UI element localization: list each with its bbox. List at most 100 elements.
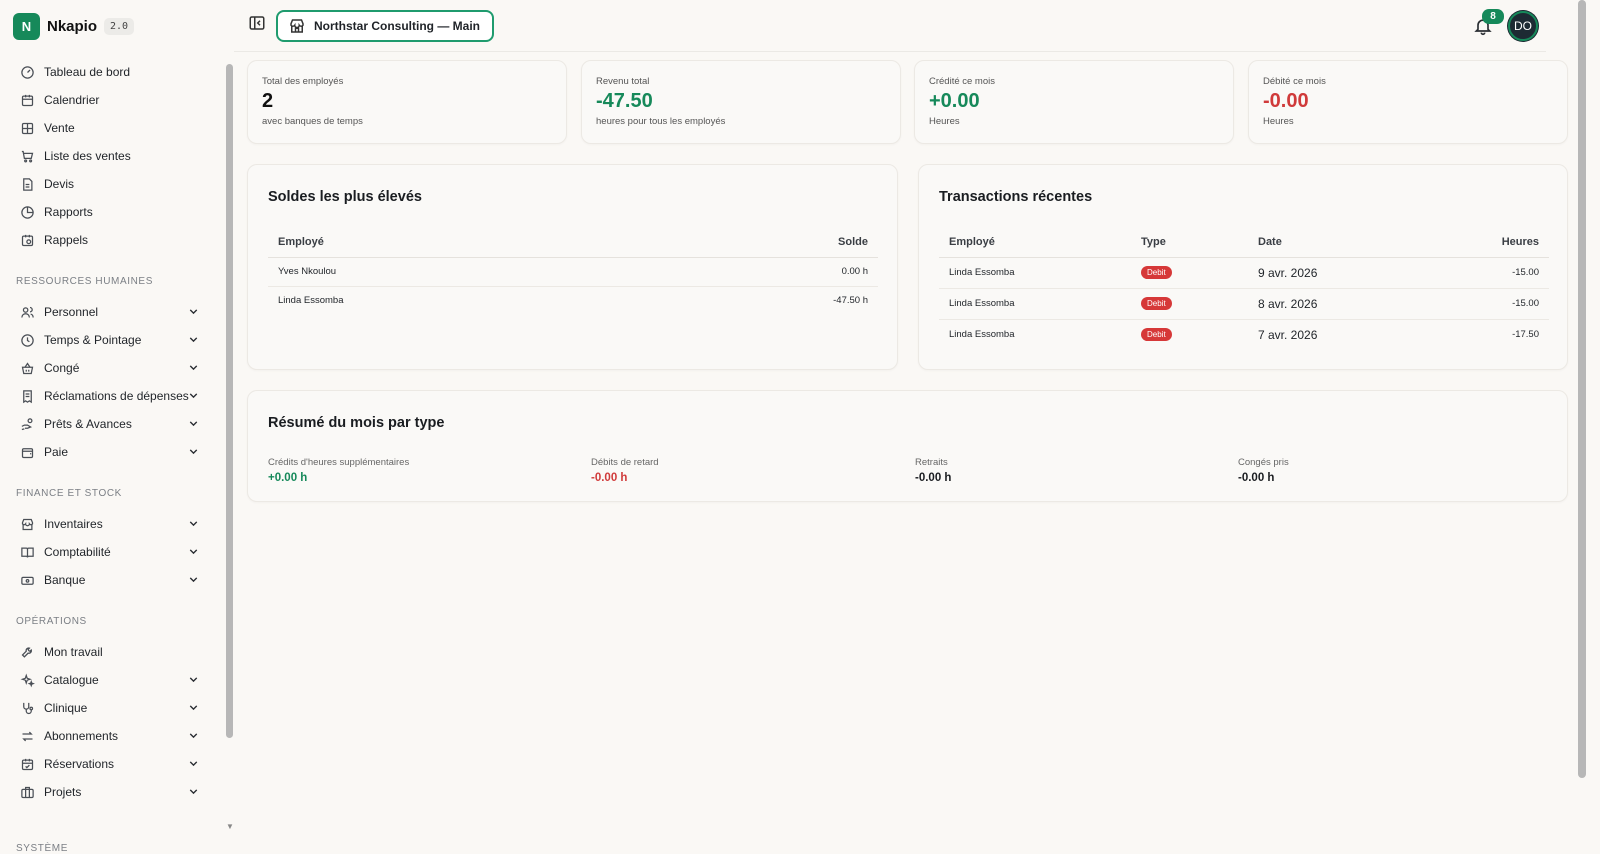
sidebar: N Nkapio 2.0 Tableau de bord Calendrier …	[0, 0, 218, 854]
calendar-clock-icon	[18, 231, 37, 250]
nav-item-tableau-de-bord[interactable]: Tableau de bord	[16, 60, 204, 84]
section-label-systeme: SYSTÈME	[16, 843, 68, 854]
nav-item-label: Inventaires	[44, 517, 103, 531]
summary-value: -0.00 h	[915, 472, 952, 484]
chevron-down-icon	[189, 761, 198, 767]
employee-name: Linda Essomba	[939, 288, 1131, 320]
brand-name: Nkapio	[47, 18, 98, 35]
nav-item-projets[interactable]: Projets	[16, 780, 204, 804]
scroll-down-arrow-icon[interactable]: ▼	[226, 822, 234, 831]
column-header-hours[interactable]: Heures	[1422, 227, 1549, 258]
nav-item-label: Comptabilité	[44, 545, 111, 559]
section-label-finance: FINANCE ET STOCK	[16, 488, 122, 499]
chevron-down-icon	[189, 705, 198, 711]
table-row[interactable]: Linda Essomba -47.50 h	[268, 286, 878, 315]
table-row[interactable]: Linda Essomba Debit 8 avr. 2026 -15.00	[939, 288, 1549, 320]
nav-item-label: Vente	[44, 121, 75, 135]
document-icon	[18, 175, 37, 194]
chevron-down-icon	[189, 309, 198, 315]
nav-item-label: Clinique	[44, 701, 88, 715]
nav-item-label: Banque	[44, 573, 86, 587]
receipt-icon	[18, 387, 37, 406]
nav-item-mon-travail[interactable]: Mon travail	[16, 640, 204, 664]
column-header-employee[interactable]: Employé	[939, 227, 1131, 258]
nav-item-label: Tableau de bord	[44, 65, 131, 79]
summary-item-withdrawals: Retraits -0.00 h	[915, 457, 951, 484]
summary-item-overtime: Crédits d'heures supplémentaires +0.00 h	[268, 457, 409, 484]
summary-label: Crédits d'heures supplémentaires	[268, 457, 410, 468]
nav-item-liste-des-ventes[interactable]: Liste des ventes	[16, 144, 204, 168]
brand[interactable]: N Nkapio 2.0	[13, 13, 135, 40]
pie-chart-icon	[18, 203, 37, 222]
chevron-down-icon	[189, 733, 198, 739]
stat-card-debited: Débité ce mois -0.00 Heures	[1248, 60, 1568, 144]
summary-value: -0.00 h	[591, 472, 628, 484]
nav-item-inventaires[interactable]: Inventaires	[16, 512, 204, 536]
stat-card-total-employees: Total des employés 2 avec banques de tem…	[247, 60, 567, 144]
card-title: Soldes les plus élevés	[268, 189, 422, 205]
stat-label: Crédité ce mois	[929, 76, 995, 87]
nav-item-rapports[interactable]: Rapports	[16, 200, 204, 224]
date-cell: 8 avr. 2026	[1248, 288, 1423, 320]
nav-item-banque[interactable]: Banque	[16, 568, 204, 592]
column-header-balance[interactable]: Solde	[639, 227, 878, 258]
chevron-down-icon	[189, 421, 198, 427]
debit-badge: Debit	[1141, 297, 1172, 310]
cart-icon	[18, 147, 37, 166]
stat-value: +0.00	[929, 90, 980, 112]
hand-coins-icon	[18, 415, 37, 434]
nav-item-reclamations[interactable]: Réclamations de dépenses	[16, 384, 204, 408]
table-row[interactable]: Linda Essomba Debit 9 avr. 2026 -15.00	[939, 257, 1549, 289]
nav-item-conge[interactable]: Congé	[16, 356, 204, 380]
column-header-date[interactable]: Date	[1248, 227, 1423, 258]
nav-item-label: Mon travail	[44, 645, 103, 659]
nav-item-abonnements[interactable]: Abonnements	[16, 724, 204, 748]
nav-item-label: Rappels	[44, 233, 89, 247]
wallet-icon	[18, 443, 37, 462]
nav-item-reservations[interactable]: Réservations	[16, 752, 204, 776]
table-row[interactable]: Linda Essomba Debit 7 avr. 2026 -17.50	[939, 319, 1549, 350]
nav-item-vente[interactable]: Vente	[16, 116, 204, 140]
top-header: Northstar Consulting — Main 8 DO	[234, 0, 1546, 52]
nav-item-calendrier[interactable]: Calendrier	[16, 88, 204, 112]
nav-item-catalogue[interactable]: Catalogue	[16, 668, 204, 692]
hours-cell: -17.50	[1512, 329, 1539, 341]
chevron-down-icon	[189, 393, 198, 399]
nav-item-personnel[interactable]: Personnel	[16, 300, 204, 324]
notification-count-badge: 8	[1482, 9, 1504, 24]
calendar-check-icon	[18, 755, 37, 774]
nav-item-label: Congé	[44, 361, 80, 375]
nav-item-devis[interactable]: Devis	[16, 172, 204, 196]
summary-value: +0.00 h	[268, 472, 308, 484]
nav-item-temps-pointage[interactable]: Temps & Pointage	[16, 328, 204, 352]
stat-value: -47.50	[596, 90, 653, 112]
balance-value: 0.00 h	[639, 257, 878, 287]
sidebar-scrollbar[interactable]	[226, 64, 233, 738]
nav-item-clinique[interactable]: Clinique	[16, 696, 204, 720]
stat-subtext: Heures	[929, 116, 960, 127]
chevron-down-icon	[189, 449, 198, 455]
nav-item-comptabilite[interactable]: Comptabilité	[16, 540, 204, 564]
stat-card-credited: Crédité ce mois +0.00 Heures	[914, 60, 1234, 144]
nav-item-prets-avances[interactable]: Prêts & Avances	[16, 412, 204, 436]
wrench-icon	[18, 643, 37, 662]
nav-item-paie[interactable]: Paie	[16, 440, 204, 464]
table-row[interactable]: Yves Nkoulou 0.00 h	[268, 257, 878, 287]
sidebar-toggle-icon[interactable]	[248, 14, 266, 32]
date-cell: 9 avr. 2026	[1248, 257, 1423, 289]
employee-name: Linda Essomba	[939, 257, 1131, 289]
beach-basket-icon	[18, 359, 37, 378]
nav-item-rappels[interactable]: Rappels	[16, 228, 204, 252]
nav-item-label: Prêts & Avances	[44, 417, 132, 431]
summary-label: Congés pris	[1238, 457, 1289, 468]
table-header-row: Employé Type Date Heures	[939, 227, 1549, 258]
stat-label: Total des employés	[262, 76, 344, 87]
store-name: Northstar Consulting — Main	[314, 19, 480, 33]
column-header-employee[interactable]: Employé	[268, 227, 640, 258]
avatar[interactable]: DO	[1508, 11, 1538, 41]
main-scrollbar[interactable]	[1578, 0, 1586, 778]
column-header-type[interactable]: Type	[1131, 227, 1248, 258]
card-title: Transactions récentes	[939, 189, 1093, 205]
summary-value: -0.00 h	[1238, 472, 1275, 484]
store-selector-button[interactable]: Northstar Consulting — Main	[276, 10, 494, 42]
